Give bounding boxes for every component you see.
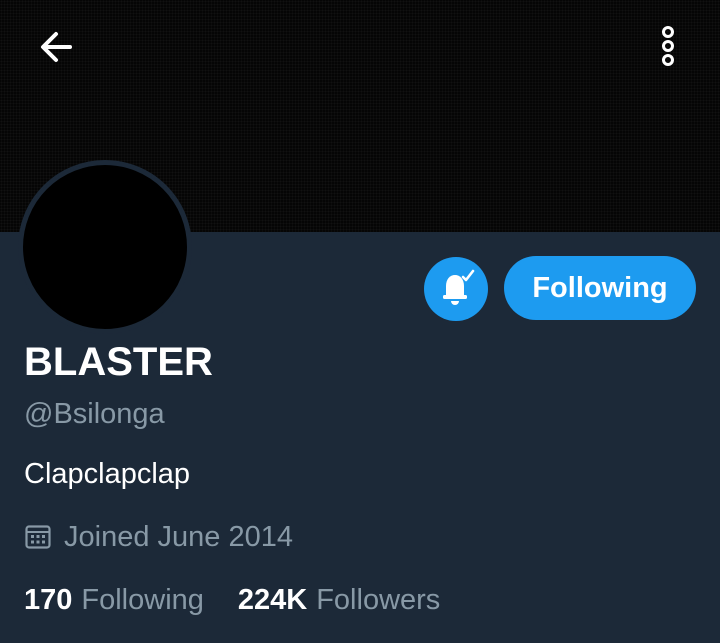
more-options-button[interactable] <box>644 24 692 72</box>
more-vertical-icon <box>656 24 680 73</box>
profile-stats: 170 Following 224K Followers <box>24 582 474 618</box>
notifications-button[interactable] <box>424 257 488 321</box>
profile-bio: Clapclapclap <box>24 458 191 490</box>
following-stat[interactable]: 170 Following <box>24 582 204 618</box>
user-handle: @Bsilonga <box>24 398 165 430</box>
followers-label: Followers <box>316 584 441 616</box>
bell-check-icon <box>436 267 476 312</box>
joined-date: Joined June 2014 <box>24 519 293 555</box>
arrow-left-icon <box>36 27 76 72</box>
calendar-icon <box>24 523 52 551</box>
display-name: BLASTER <box>24 340 213 384</box>
following-button[interactable]: Following <box>504 256 696 320</box>
avatar[interactable] <box>18 160 192 334</box>
profile-page: Following BLASTER @Bsilonga Clapclapclap… <box>0 0 720 643</box>
followers-count: 224K <box>237 584 308 616</box>
following-count: 170 <box>24 584 73 616</box>
back-button[interactable] <box>32 25 80 73</box>
following-label: Following <box>81 584 204 616</box>
followers-stat[interactable]: 224K Followers <box>238 582 440 618</box>
joined-text: Joined June 2014 <box>64 521 293 553</box>
